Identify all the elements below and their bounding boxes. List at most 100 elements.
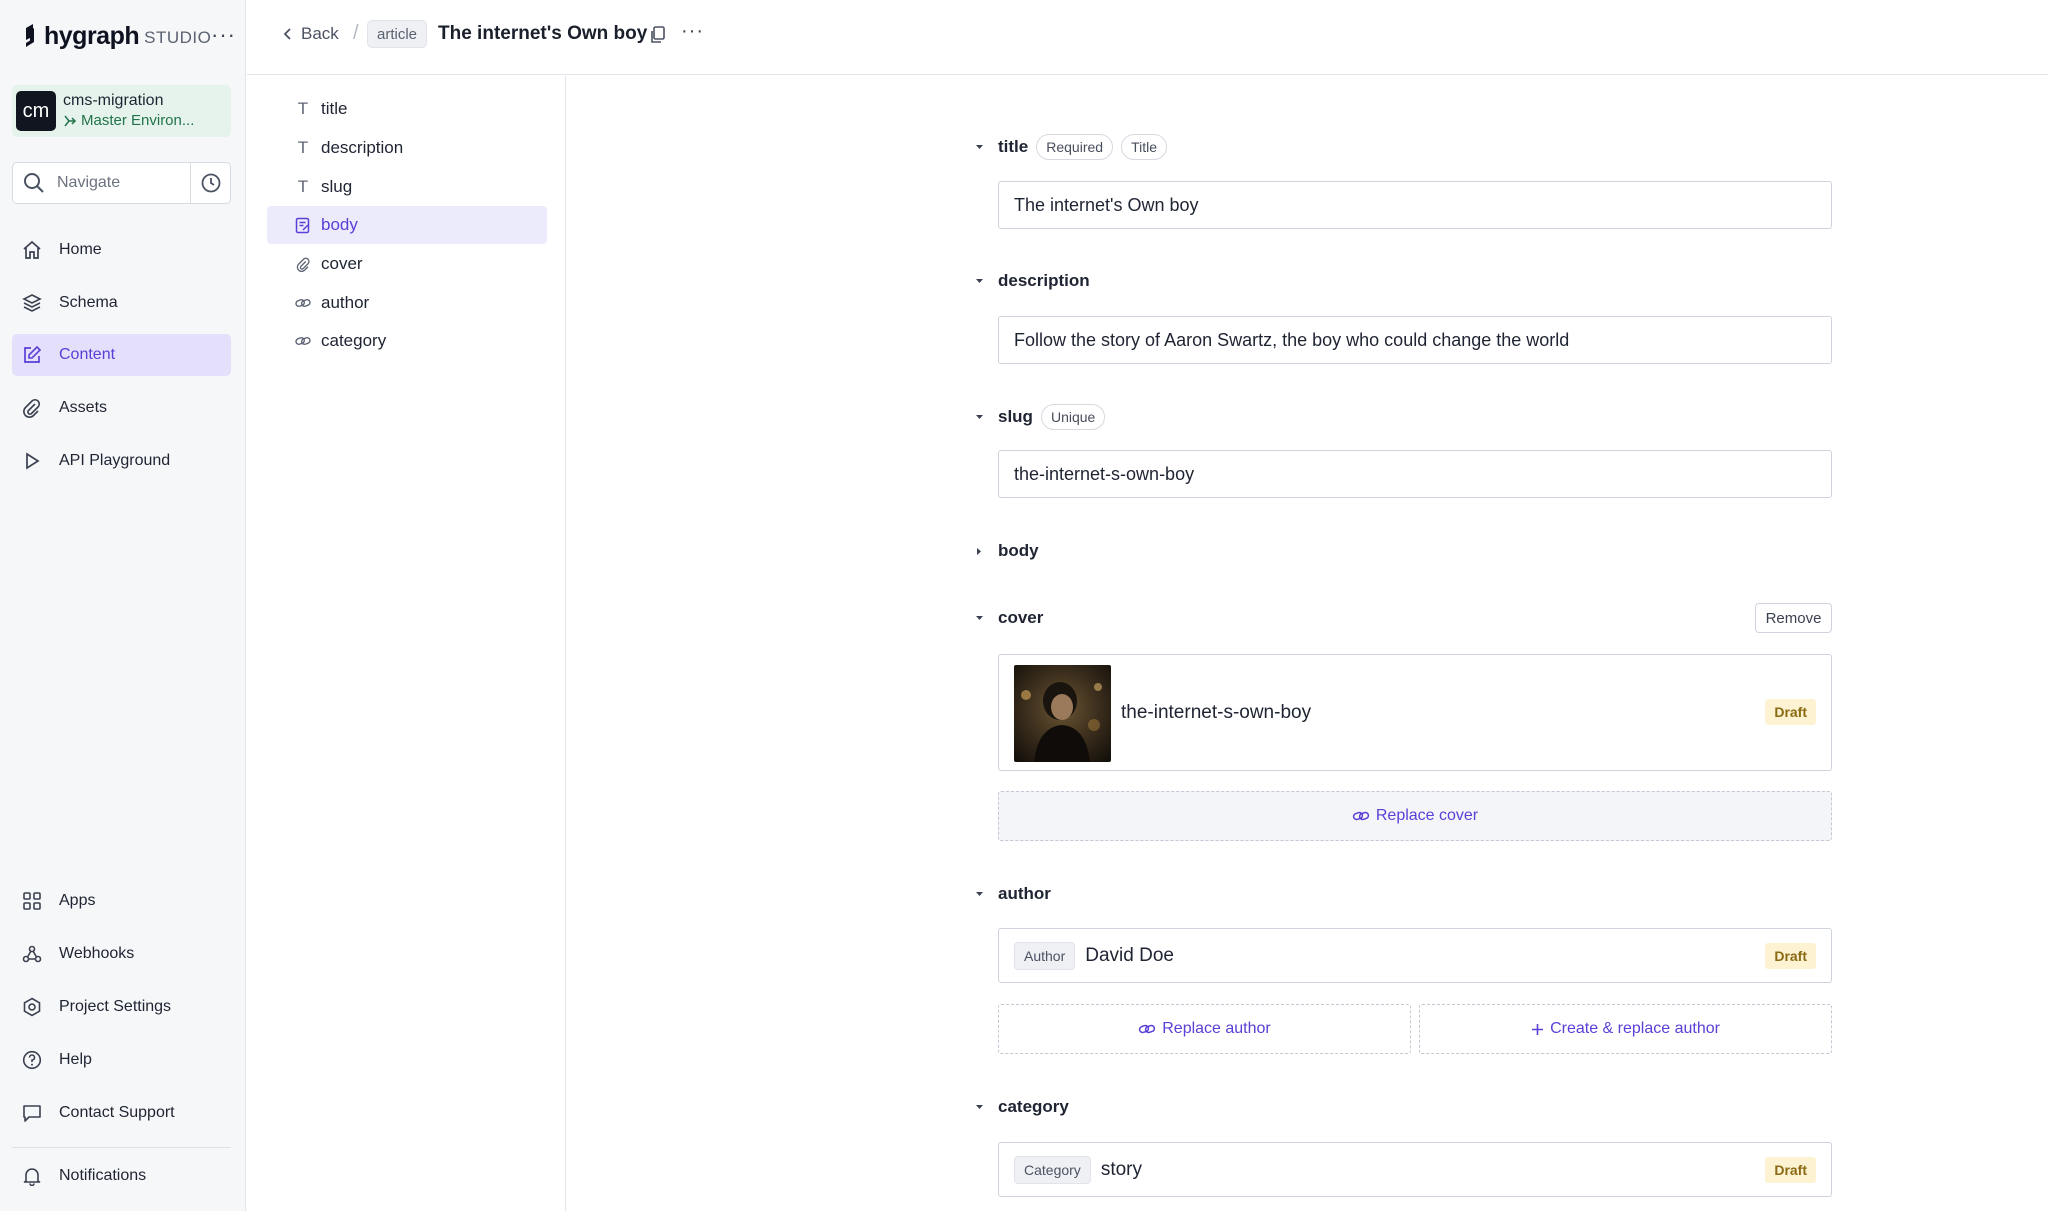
field-label: description [998, 271, 1090, 290]
copy-icon[interactable] [649, 25, 667, 45]
link-icon [1139, 1024, 1156, 1034]
remove-cover-button[interactable]: Remove [1755, 603, 1832, 633]
brand-product: STUDIO [144, 28, 212, 47]
gear-icon [21, 996, 43, 1018]
project-name: cms-migration [63, 92, 164, 109]
nav-contact-support[interactable]: Contact Support [12, 1092, 231, 1134]
field-label: title [998, 137, 1029, 156]
entry-header: Back / article The internet's Own boy ··… [247, 0, 2048, 75]
required-badge: Required [1036, 134, 1114, 160]
nav-api-playground[interactable]: API Playground [12, 440, 231, 482]
field-nav-slug[interactable]: T slug [267, 168, 547, 206]
nav-webhooks[interactable]: Webhooks [12, 933, 231, 975]
slug-input[interactable] [998, 450, 1832, 498]
description-input[interactable] [998, 316, 1832, 364]
nav-notifications[interactable]: Notifications [12, 1155, 231, 1197]
field-title-header: title Required Title [972, 132, 1167, 162]
model-badge[interactable]: article [367, 20, 428, 48]
nav-schema[interactable]: Schema [12, 282, 231, 324]
link-icon [295, 297, 311, 309]
play-icon [21, 450, 43, 472]
plus-icon [1532, 1023, 1544, 1035]
sidebar: hygraph STUDIO ··· cm cms-migration Mast… [0, 0, 246, 1211]
cover-thumbnail [1014, 665, 1111, 762]
chevron-left-icon [283, 28, 291, 40]
rich-text-icon [295, 217, 311, 234]
replace-author-button[interactable]: Replace author [998, 1004, 1411, 1054]
history-button[interactable] [190, 163, 230, 203]
chevron-down-icon[interactable] [972, 144, 986, 150]
navigate-search [12, 162, 231, 204]
category-name: story [1100, 1158, 1142, 1180]
field-nav-description[interactable]: T description [267, 129, 547, 167]
category-reference-card[interactable]: Category story Draft [998, 1142, 1832, 1197]
chevron-down-icon[interactable] [972, 414, 986, 420]
field-nav-author[interactable]: author [267, 284, 547, 322]
title-input[interactable] [998, 181, 1832, 229]
field-slug-header: slug Unique [972, 402, 1106, 432]
text-icon: T [297, 99, 309, 118]
chevron-right-icon[interactable] [972, 547, 986, 556]
chevron-down-icon[interactable] [972, 1104, 986, 1110]
chat-icon [21, 1102, 43, 1124]
nav-assets[interactable]: Assets [12, 387, 231, 429]
field-label: body [998, 541, 1039, 560]
cover-status-badge: Draft [1765, 699, 1816, 725]
replace-cover-button[interactable]: Replace cover [998, 791, 1832, 841]
webhook-icon [21, 943, 43, 965]
field-author-header: author [972, 879, 1051, 909]
nav-apps[interactable]: Apps [12, 880, 231, 922]
sidebar-divider [12, 1147, 231, 1148]
navigate-input[interactable] [57, 174, 177, 192]
entry-editor: title Required Title description slug Un… [567, 76, 2048, 1211]
nav-help[interactable]: Help [12, 1039, 231, 1081]
paperclip-icon [295, 257, 311, 272]
title-badge: Title [1121, 134, 1167, 160]
chevron-down-icon[interactable] [972, 891, 986, 897]
project-avatar: cm [16, 91, 56, 131]
nav-content[interactable]: Content [12, 334, 231, 376]
environment-label: Master Environ... [63, 111, 194, 131]
chevron-down-icon[interactable] [972, 615, 986, 621]
nav-home[interactable]: Home [12, 229, 231, 271]
author-status-badge: Draft [1765, 943, 1816, 969]
unique-badge: Unique [1040, 404, 1106, 430]
model-type-badge: Author [1014, 941, 1076, 970]
field-nav-cover[interactable]: cover [267, 245, 547, 283]
field-description-header: description [972, 266, 1090, 296]
search-icon [24, 173, 44, 193]
grid-icon [21, 890, 43, 912]
brand[interactable]: hygraph STUDIO [20, 20, 211, 52]
chevron-down-icon[interactable] [972, 278, 986, 284]
model-type-badge: Category [1014, 1155, 1091, 1184]
edit-icon [21, 344, 43, 366]
author-reference-card[interactable]: Author David Doe Draft [998, 928, 1832, 983]
field-nav-body[interactable]: body [267, 206, 547, 244]
entry-more-icon[interactable]: ··· [681, 20, 704, 43]
nav-project-settings[interactable]: Project Settings [12, 986, 231, 1028]
field-nav-title[interactable]: T title [267, 90, 547, 128]
branch-icon [64, 115, 77, 127]
clock-icon [201, 173, 220, 193]
field-label: author [998, 884, 1051, 903]
cover-asset-name: the-internet-s-own-boy [1121, 702, 1312, 723]
field-cover-header: cover [972, 603, 1043, 633]
field-label: slug [998, 407, 1033, 426]
paperclip-icon [21, 397, 43, 419]
field-nav-category[interactable]: category [267, 322, 547, 360]
page-title: The internet's Own boy [438, 23, 648, 44]
cover-asset-card[interactable]: the-internet-s-own-boy Draft [998, 654, 1832, 771]
layers-icon [21, 292, 43, 314]
breadcrumb-separator: / [353, 22, 359, 44]
create-replace-author-button[interactable]: Create & replace author [1419, 1004, 1832, 1054]
project-switcher[interactable]: cm cms-migration Master Environ... [12, 85, 231, 137]
field-category-header: category [972, 1092, 1069, 1122]
sidebar-more-icon[interactable]: ··· [211, 22, 236, 48]
link-icon [295, 335, 311, 347]
category-status-badge: Draft [1765, 1157, 1816, 1183]
bell-icon [21, 1165, 43, 1187]
author-name: David Doe [1085, 944, 1174, 966]
back-button[interactable]: Back [283, 24, 339, 44]
hygraph-logo-icon [26, 24, 34, 47]
field-body-header[interactable]: body [972, 536, 1039, 566]
